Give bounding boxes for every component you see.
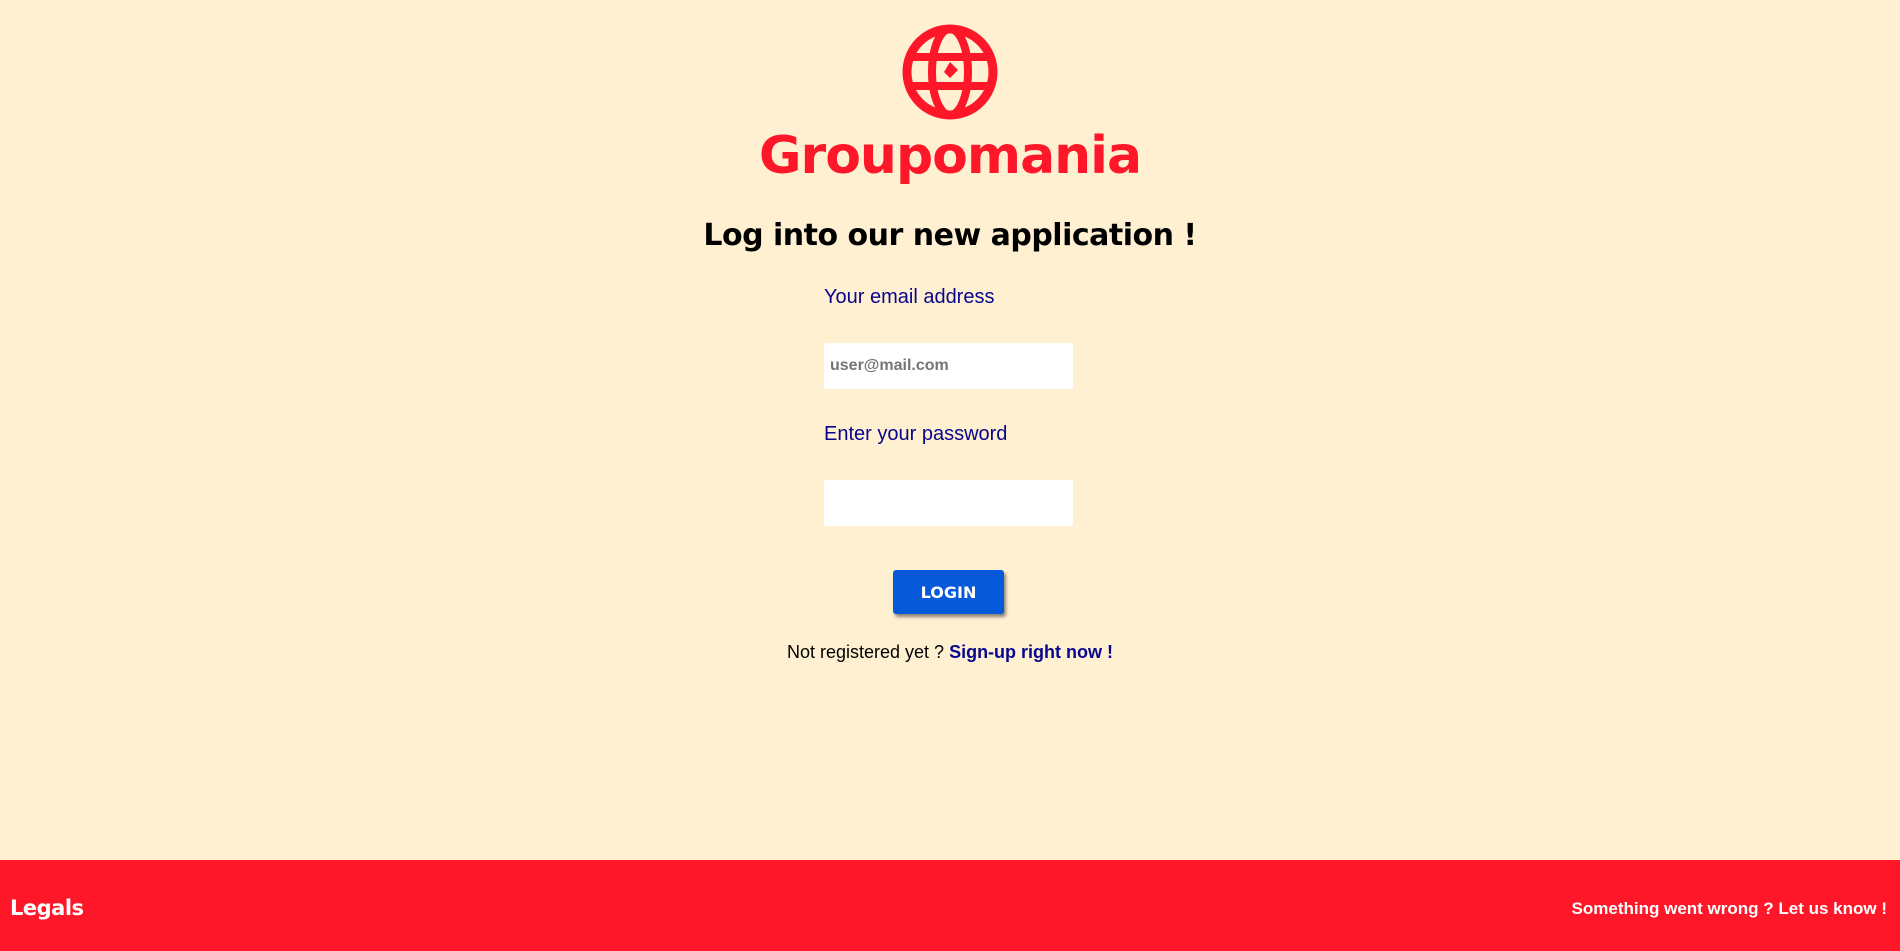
email-label: Your email address	[824, 286, 995, 308]
footer: Legals Something went wrong ? Let us kno…	[0, 860, 1900, 951]
signup-prompt: Not registered yet ?	[786, 642, 950, 662]
report-problem-link[interactable]: Something went wrong ? Let us know !	[1572, 899, 1887, 919]
password-field[interactable]	[824, 480, 1073, 526]
brand-logo: Groupomania	[0, 22, 1900, 186]
login-button[interactable]: LOGIN	[893, 570, 1004, 614]
email-field[interactable]	[824, 343, 1073, 389]
brand-name: Groupomania	[758, 126, 1142, 186]
legals-link[interactable]: Legals	[10, 896, 84, 920]
login-page: Groupomania Log into our new application…	[0, 0, 1900, 951]
password-label: Enter your password	[824, 423, 1008, 445]
page-title: Log into our new application !	[703, 218, 1197, 253]
signup-link[interactable]: Sign-up right now !	[949, 642, 1113, 662]
signup-prompt-line: Not registered yet ? Sign-up right now !	[0, 642, 1900, 663]
globe-icon	[902, 24, 998, 120]
